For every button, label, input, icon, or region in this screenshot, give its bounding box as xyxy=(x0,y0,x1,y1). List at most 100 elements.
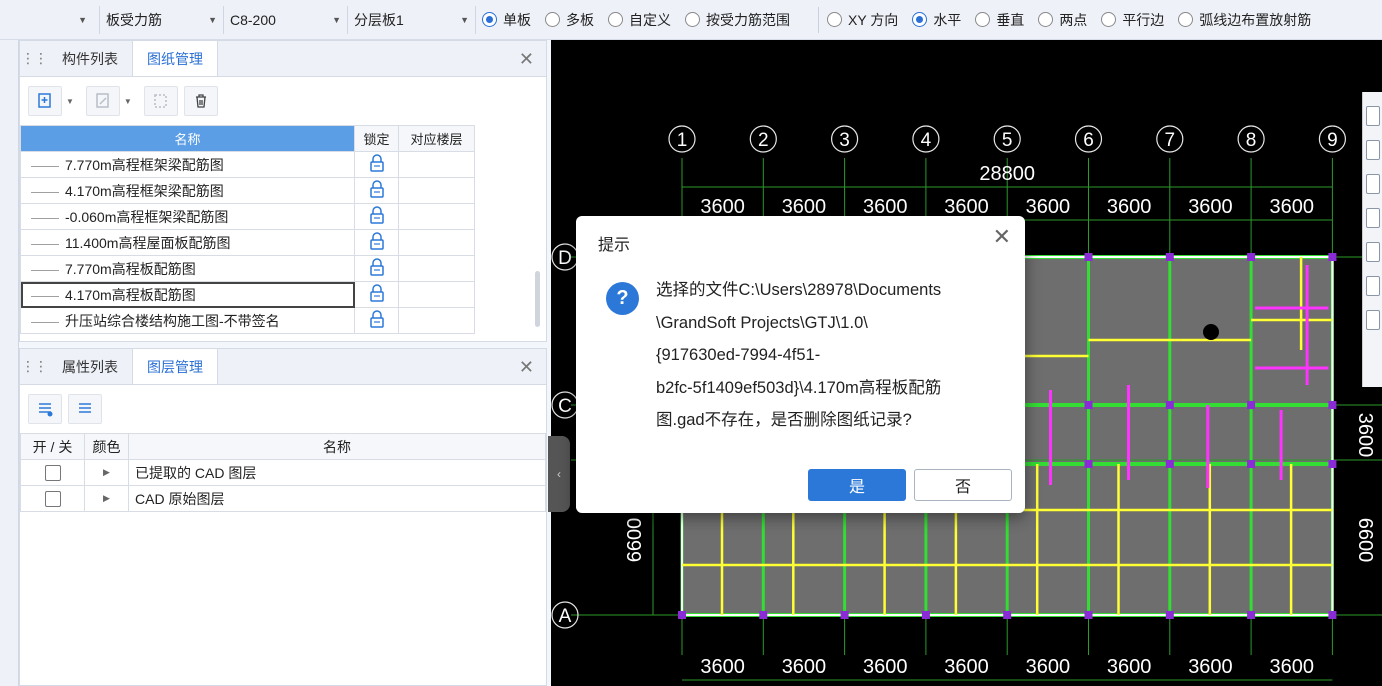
rebar-spec-dropdown[interactable]: C8-200 ▼ xyxy=(224,5,348,34)
hide-layers-button[interactable] xyxy=(68,394,102,424)
radio-circle[interactable] xyxy=(1178,12,1194,27)
lock-icon[interactable] xyxy=(369,206,385,227)
expand-cell[interactable]: ▶ xyxy=(84,485,129,512)
lock-icon[interactable] xyxy=(369,180,385,201)
table-row[interactable]: —— 升压站综合楼结构施工图-不带签名 xyxy=(20,307,475,334)
close-icon[interactable]: ✕ xyxy=(519,357,534,378)
table-row[interactable]: ▶ CAD 原始图层 xyxy=(20,485,546,512)
view-box-icon[interactable] xyxy=(1366,208,1380,228)
radio-circle[interactable] xyxy=(482,12,497,27)
lock-cell[interactable] xyxy=(354,255,399,282)
lock-cell[interactable] xyxy=(354,281,399,308)
drawing-name-cell[interactable]: —— 4.170m高程框架梁配筋图 xyxy=(20,177,355,204)
lock-icon[interactable] xyxy=(369,232,385,253)
floor-cell[interactable] xyxy=(398,177,475,204)
table-row[interactable]: —— 11.400m高程屋面板配筋图 xyxy=(20,229,475,256)
lock-cell[interactable] xyxy=(354,151,399,178)
floor-cell[interactable] xyxy=(398,229,475,256)
floor-cell[interactable] xyxy=(398,255,475,282)
tab-component-list[interactable]: 构件列表 xyxy=(48,41,132,76)
floor-cell[interactable] xyxy=(398,151,475,178)
radio-circle[interactable] xyxy=(1038,12,1054,27)
chevron-down-icon[interactable]: ▼ xyxy=(66,97,74,106)
table-row[interactable]: ▶ 已提取的 CAD 图层 xyxy=(20,459,546,486)
lock-cell[interactable] xyxy=(354,203,399,230)
mode-radio-0[interactable]: 单板 xyxy=(482,10,531,30)
lock-icon[interactable] xyxy=(369,284,385,305)
radio-circle[interactable] xyxy=(608,12,623,27)
chevron-right-icon[interactable]: ▶ xyxy=(103,493,110,503)
toggle-cell[interactable] xyxy=(20,459,85,486)
radio-circle[interactable] xyxy=(545,12,560,27)
drawing-name-cell[interactable]: —— 升压站综合楼结构施工图-不带签名 xyxy=(20,307,355,334)
mode-radio-1[interactable]: 多板 xyxy=(545,10,594,30)
close-icon[interactable]: ✕ xyxy=(993,226,1011,248)
toggle-cell[interactable] xyxy=(20,485,85,512)
3d-view-icon[interactable] xyxy=(1366,140,1380,160)
drawing-name-cell[interactable]: —— -0.060m高程框架梁配筋图 xyxy=(20,203,355,230)
tab-layer-management[interactable]: 图层管理 xyxy=(132,349,218,384)
view-box-icon[interactable] xyxy=(1366,174,1380,194)
table-row[interactable]: —— 4.170m高程板配筋图 xyxy=(20,281,475,308)
lock-icon[interactable] xyxy=(369,154,385,175)
type-dropdown[interactable]: ▼ xyxy=(0,5,100,34)
add-drawing-button[interactable] xyxy=(28,86,62,116)
column-header-floor[interactable]: 对应楼层 xyxy=(398,125,475,152)
scrollbar-thumb[interactable] xyxy=(535,271,540,327)
split-drawing-button[interactable] xyxy=(143,86,178,116)
close-icon[interactable]: ✕ xyxy=(519,49,534,70)
direction-radio-1[interactable]: 水平 xyxy=(912,10,961,30)
direction-radio-2[interactable]: 垂直 xyxy=(975,10,1024,30)
drag-grip-icon[interactable]: ⋮⋮ xyxy=(20,41,48,76)
radio-circle[interactable] xyxy=(912,12,928,27)
expand-cell[interactable]: ▶ xyxy=(84,459,129,486)
direction-radio-5[interactable]: 弧线边布置放射筋 xyxy=(1178,10,1311,30)
tab-property-list[interactable]: 属性列表 xyxy=(48,349,132,384)
edit-drawing-button[interactable] xyxy=(85,86,120,116)
lock-cell[interactable] xyxy=(354,307,399,334)
rebar-type-dropdown[interactable]: 板受力筋 ▼ xyxy=(100,5,224,34)
collapse-panel-handle[interactable]: ‹ xyxy=(548,436,570,512)
lock-cell[interactable] xyxy=(354,177,399,204)
tab-drawing-management[interactable]: 图纸管理 xyxy=(132,41,218,76)
table-row[interactable]: —— -0.060m高程框架梁配筋图 xyxy=(20,203,475,230)
column-header-lock[interactable]: 锁定 xyxy=(354,125,399,152)
show-layers-button[interactable] xyxy=(28,394,62,424)
lock-icon[interactable] xyxy=(369,258,385,279)
lock-cell[interactable] xyxy=(354,229,399,256)
drawing-name-cell[interactable]: —— 7.770m高程框架梁配筋图 xyxy=(20,151,355,178)
chevron-down-icon[interactable]: ▼ xyxy=(124,97,132,106)
chevron-right-icon[interactable]: ▶ xyxy=(103,467,110,477)
yes-button[interactable]: 是 xyxy=(808,469,906,501)
no-button[interactable]: 否 xyxy=(914,469,1012,501)
drawing-name-cell[interactable]: —— 7.770m高程板配筋图 xyxy=(20,255,355,282)
drag-grip-icon[interactable]: ⋮⋮ xyxy=(20,349,48,384)
list-icon[interactable] xyxy=(1366,310,1380,330)
radio-circle[interactable] xyxy=(685,12,700,27)
drawing-name-cell[interactable]: —— 4.170m高程板配筋图 xyxy=(20,281,355,308)
lock-icon[interactable] xyxy=(369,310,385,331)
mode-radio-3[interactable]: 按受力筋范围 xyxy=(685,10,790,30)
mode-radio-2[interactable]: 自定义 xyxy=(608,10,671,30)
column-header-name[interactable]: 名称 xyxy=(20,125,355,152)
direction-radio-3[interactable]: 两点 xyxy=(1038,10,1087,30)
radio-circle[interactable] xyxy=(1101,12,1117,27)
layer-visibility-checkbox[interactable] xyxy=(44,491,61,508)
direction-radio-4[interactable]: 平行边 xyxy=(1101,10,1164,30)
floor-cell[interactable] xyxy=(398,281,475,308)
layer-visibility-checkbox[interactable] xyxy=(44,465,61,482)
table-row[interactable]: —— 7.770m高程框架梁配筋图 xyxy=(20,151,475,178)
layer-slab-dropdown[interactable]: 分层板1 ▼ xyxy=(348,5,476,34)
select-box-icon[interactable] xyxy=(1366,242,1380,262)
table-row[interactable]: —— 4.170m高程框架梁配筋图 xyxy=(20,177,475,204)
cube-icon[interactable] xyxy=(1366,276,1380,296)
delete-drawing-button[interactable] xyxy=(183,86,218,116)
orbit-icon[interactable] xyxy=(1366,106,1380,126)
radio-circle[interactable] xyxy=(975,12,991,27)
drawing-name-cell[interactable]: —— 11.400m高程屋面板配筋图 xyxy=(20,229,355,256)
table-row[interactable]: —— 7.770m高程板配筋图 xyxy=(20,255,475,282)
direction-radio-0[interactable]: XY 方向 xyxy=(827,10,898,30)
floor-cell[interactable] xyxy=(398,307,475,334)
floor-cell[interactable] xyxy=(398,203,475,230)
radio-circle[interactable] xyxy=(827,12,842,27)
